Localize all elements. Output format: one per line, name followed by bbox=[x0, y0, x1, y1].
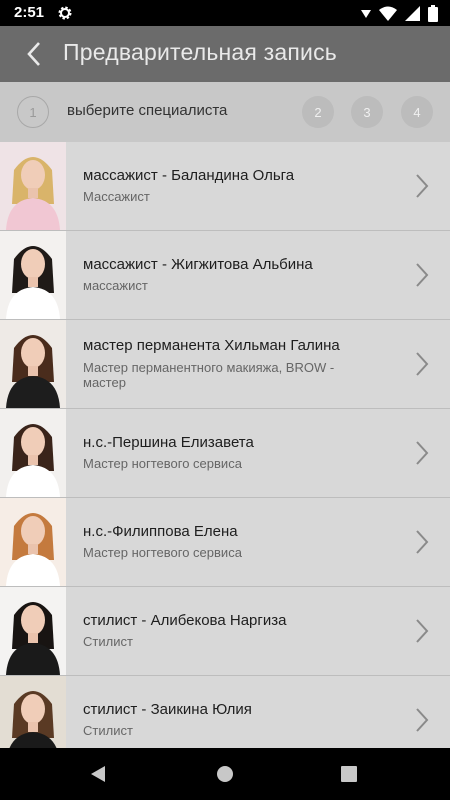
specialist-role: массажист bbox=[83, 278, 148, 293]
specialist-list: массажист - Баландина Ольга Массажист ма… bbox=[0, 142, 450, 748]
portrait-image bbox=[0, 142, 66, 230]
signal-dot-icon bbox=[361, 9, 371, 18]
specialist-role: Мастер перманентного макияжа, BROW - мас… bbox=[83, 360, 335, 390]
chevron-right-icon bbox=[416, 263, 429, 287]
wifi-icon bbox=[379, 6, 397, 21]
page-title: Предварительная запись bbox=[63, 39, 337, 65]
specialist-role: Стилист bbox=[83, 634, 133, 649]
specialist-row[interactable]: стилист - Алибекова Наргиза Стилист bbox=[0, 587, 450, 676]
specialist-row[interactable]: н.с.-Першина Елизавета Мастер ногтевого … bbox=[0, 409, 450, 498]
specialist-avatar bbox=[0, 320, 66, 408]
nav-recents-button[interactable] bbox=[339, 764, 359, 784]
circle-home-icon bbox=[217, 766, 233, 782]
specialist-name: массажист - Жигжитова Альбина bbox=[83, 256, 313, 273]
specialist-avatar bbox=[0, 231, 66, 319]
specialist-row[interactable]: массажист - Баландина Ольга Массажист bbox=[0, 142, 450, 231]
back-button[interactable] bbox=[18, 38, 50, 70]
chevron-right-icon bbox=[416, 174, 429, 198]
chevron-right-icon bbox=[416, 530, 429, 554]
specialist-row[interactable]: массажист - Жигжитова Альбина массажист bbox=[0, 231, 450, 320]
status-bar: 2:51 bbox=[0, 0, 450, 26]
specialist-row[interactable]: н.с.-Филиппова Елена Мастер ногтевого се… bbox=[0, 498, 450, 587]
specialist-name: н.с.-Филиппова Елена bbox=[83, 523, 238, 540]
specialist-name: стилист - Заикина Юлия bbox=[83, 701, 252, 718]
step-label: выберите специалиста bbox=[67, 102, 228, 119]
specialist-avatar bbox=[0, 409, 66, 497]
specialist-name: мастер перманента Хильман Галина bbox=[83, 337, 340, 354]
cell-signal-icon bbox=[405, 5, 420, 21]
battery-icon bbox=[428, 5, 438, 22]
status-icons bbox=[361, 5, 438, 22]
booking-stepper: 1 выберите специалиста 2 3 4 bbox=[0, 82, 450, 142]
specialist-role: Мастер ногтевого сервиса bbox=[83, 456, 242, 471]
specialist-avatar bbox=[0, 498, 66, 586]
specialist-name: стилист - Алибекова Наргиза bbox=[83, 612, 287, 629]
specialist-avatar bbox=[0, 676, 66, 748]
status-time: 2:51 bbox=[14, 4, 45, 21]
specialist-role: Массажист bbox=[83, 189, 150, 204]
specialist-name: н.с.-Першина Елизавета bbox=[83, 434, 254, 451]
specialist-avatar bbox=[0, 142, 66, 230]
chevron-right-icon bbox=[416, 441, 429, 465]
portrait-image bbox=[0, 587, 66, 675]
specialist-avatar bbox=[0, 587, 66, 675]
arrow-back-icon bbox=[27, 42, 40, 66]
step-3-indicator: 3 bbox=[351, 96, 383, 128]
portrait-image bbox=[0, 409, 66, 497]
chevron-right-icon bbox=[416, 619, 429, 643]
specialist-role: Мастер ногтевого сервиса bbox=[83, 545, 242, 560]
nav-back-button[interactable] bbox=[88, 764, 108, 784]
portrait-image bbox=[0, 498, 66, 586]
settings-gear-icon bbox=[58, 6, 72, 20]
nav-home-button[interactable] bbox=[215, 764, 235, 784]
chevron-right-icon bbox=[416, 352, 429, 376]
triangle-back-icon bbox=[91, 766, 105, 782]
app-bar: Предварительная запись bbox=[0, 26, 450, 82]
step-4-indicator: 4 bbox=[401, 96, 433, 128]
specialist-row[interactable]: стилист - Заикина Юлия Стилист bbox=[0, 676, 450, 748]
step-1-indicator: 1 bbox=[17, 96, 49, 128]
specialist-row[interactable]: мастер перманента Хильман Галина Мастер … bbox=[0, 320, 450, 409]
specialist-role: Стилист bbox=[83, 723, 133, 738]
square-recents-icon bbox=[341, 766, 357, 782]
system-nav-bar bbox=[0, 748, 450, 800]
portrait-image bbox=[0, 676, 66, 748]
portrait-image bbox=[0, 320, 66, 408]
specialist-name: массажист - Баландина Ольга bbox=[83, 167, 295, 184]
portrait-image bbox=[0, 231, 66, 319]
chevron-right-icon bbox=[416, 708, 429, 732]
step-2-indicator: 2 bbox=[302, 96, 334, 128]
